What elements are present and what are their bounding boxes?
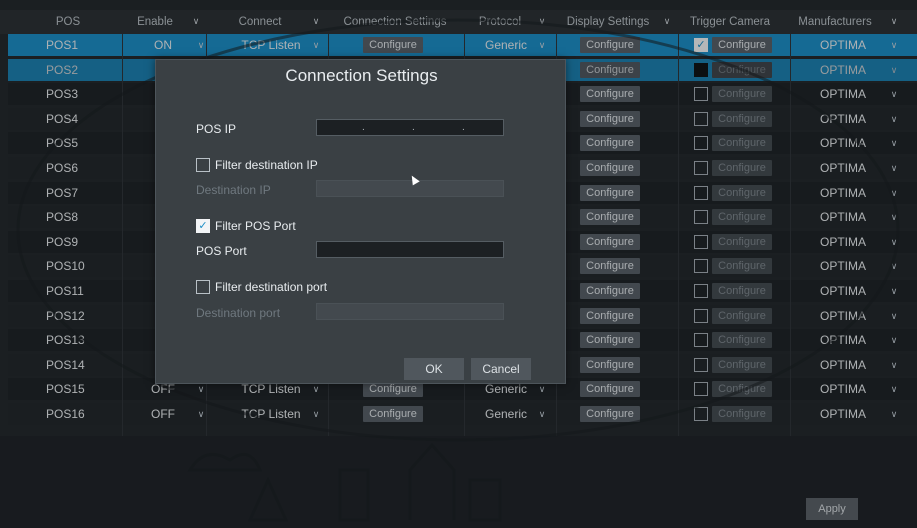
destination-port-label: Destination port [196,306,281,320]
ok-button[interactable]: OK [404,358,464,380]
destination-ip-input [316,180,504,197]
pos-ip-label: POS IP [196,122,237,136]
filter-destination-port-label: Filter destination port [215,280,328,294]
pos-settings-window: POS Enable ∨ Connect ∨ Connection Settin… [0,0,917,528]
filter-destination-ip-checkbox[interactable] [196,158,210,172]
pos-port-label: POS Port [196,244,247,258]
ip-separator: . [462,122,465,133]
ip-separator: . [362,122,365,133]
filter-destination-ip-label: Filter destination IP [215,158,318,172]
connection-settings-dialog: Connection Settings POS IP . . . Filter … [155,59,566,384]
filter-pos-port-label: Filter POS Port [215,219,296,233]
dialog-title: Connection Settings [285,66,438,85]
ip-separator: . [412,122,415,133]
filter-pos-port-checkbox[interactable]: ✓ [196,219,210,233]
destination-port-input [316,303,504,320]
filter-destination-port-checkbox[interactable] [196,280,210,294]
pos-ip-input[interactable]: . . . [316,119,504,136]
pos-port-input[interactable] [316,241,504,258]
cancel-button[interactable]: Cancel [471,358,531,380]
destination-ip-label: Destination IP [196,183,271,197]
